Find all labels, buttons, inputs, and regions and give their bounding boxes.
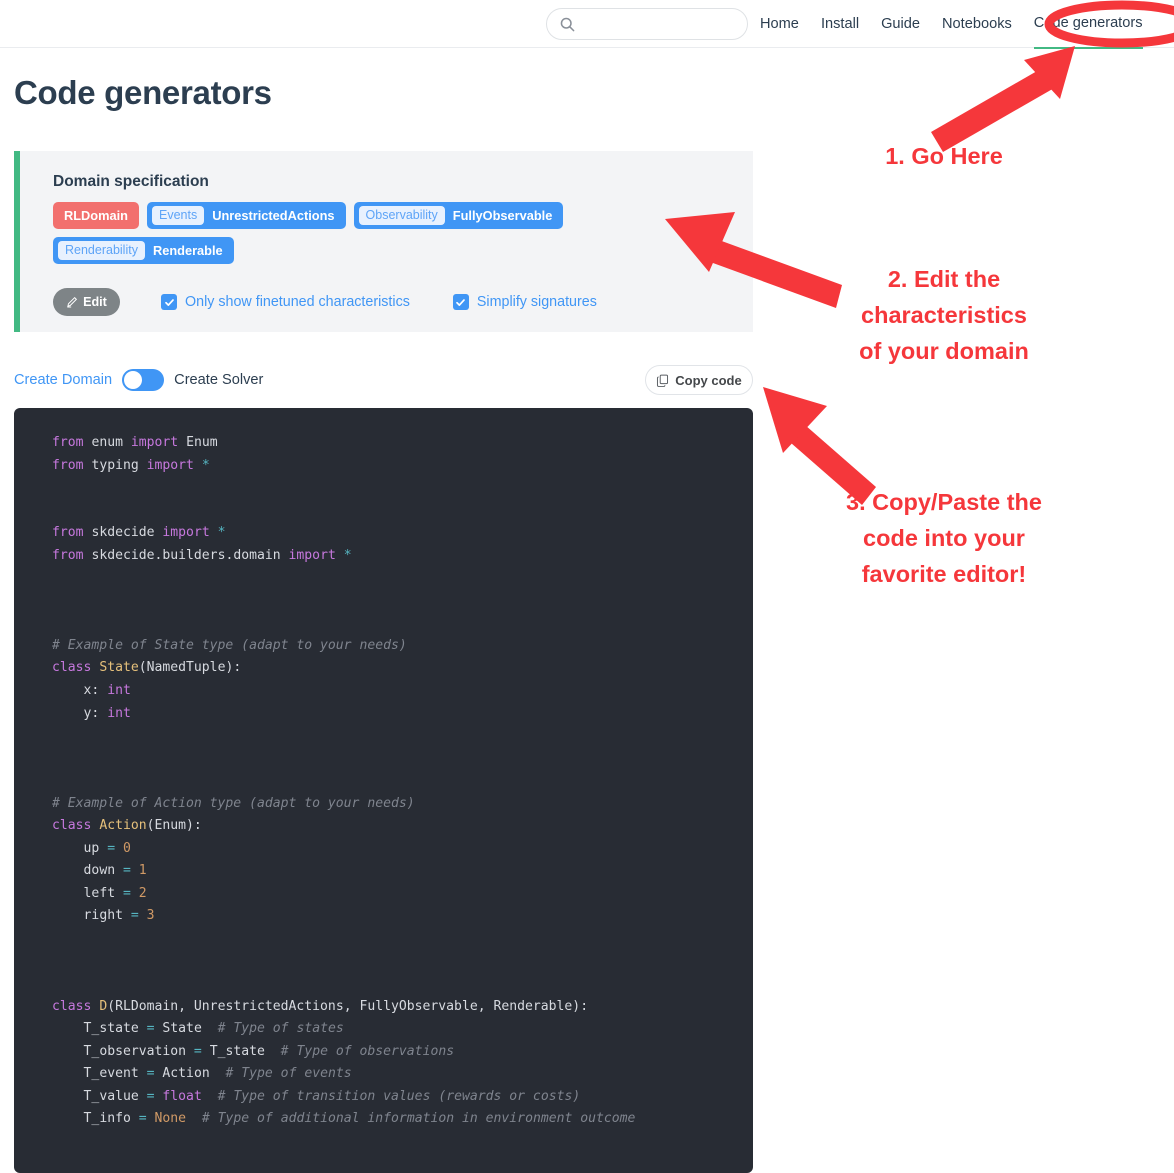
checkbox-label: Only show finetuned characteristics [185,294,410,310]
nav-link-install[interactable]: Install [821,0,859,48]
domain-solver-toggle[interactable] [122,369,165,391]
annotation-text-3: 3. Copy/Paste the code into your favorit… [846,489,1042,587]
nav-link-home[interactable]: Home [760,0,799,48]
edit-button[interactable]: Edit [53,288,120,316]
badge-fullyobservable[interactable]: Observability FullyObservable [353,202,564,229]
nav-link-code-generators[interactable]: Code generators [1033,0,1143,49]
badge-label: FullyObservable [452,208,553,223]
badge-renderable[interactable]: Renderability Renderable [53,237,234,264]
top-navbar: Home Install Guide Notebooks Code genera… [0,0,1174,49]
annotation-arrow-1 [931,46,1075,152]
copy-icon [657,374,669,387]
nav-link-notebooks[interactable]: Notebooks [942,0,1012,48]
toggle-label-create-solver[interactable]: Create Solver [174,372,263,388]
badge-unrestrictedactions[interactable]: Events UnrestrictedActions [147,202,346,229]
spec-controls-row: Edit Only show finetuned characteristics… [53,288,597,316]
mode-toggle-row: Create Domain Create Solver [14,369,263,391]
badge-label: RLDomain [64,208,128,223]
checkbox-box[interactable] [452,294,469,310]
checkbox-simplify-signatures[interactable]: Simplify signatures [452,294,597,310]
domain-specification-panel: Domain specification RLDomain Events Unr… [14,151,753,332]
toggle-knob [124,371,143,389]
pencil-icon [67,296,78,308]
checkbox-only-show-finetuned[interactable]: Only show finetuned characteristics [161,294,410,310]
copy-code-label: Copy code [675,372,742,388]
edit-button-label: Edit [83,295,107,309]
code-content: from enum import Enum from typing import… [52,435,636,1127]
page-title: Code generators [14,74,272,111]
copy-code-button[interactable]: Copy code [645,365,753,395]
badge-chip: Observability [358,206,445,225]
domain-specification-title: Domain specification [53,173,209,190]
badge-label: Renderable [152,243,223,258]
badge-chip: Renderability [58,241,145,260]
check-icon [456,298,466,306]
check-icon [164,298,174,306]
annotation-text-1: 1. Go Here [885,143,1003,169]
nav-link-guide[interactable]: Guide [881,0,920,48]
search-icon [560,17,575,32]
characteristics-badge-list: RLDomain Events UnrestrictedActions Obse… [53,202,743,264]
badge-label: UnrestrictedActions [212,208,335,223]
generated-code-block[interactable]: from enum import Enum from typing import… [14,408,753,1173]
badge-rldomain[interactable]: RLDomain [53,202,139,229]
toggle-label-create-domain[interactable]: Create Domain [14,372,112,388]
nav-links: Home Install Guide Notebooks Code genera… [760,0,1143,49]
search-input[interactable] [546,8,748,40]
annotation-text-2: 2. Edit the characteristics of your doma… [859,266,1029,364]
checkbox-box[interactable] [161,294,177,310]
checkbox-label: Simplify signatures [476,294,597,310]
badge-chip: Events [152,206,205,225]
